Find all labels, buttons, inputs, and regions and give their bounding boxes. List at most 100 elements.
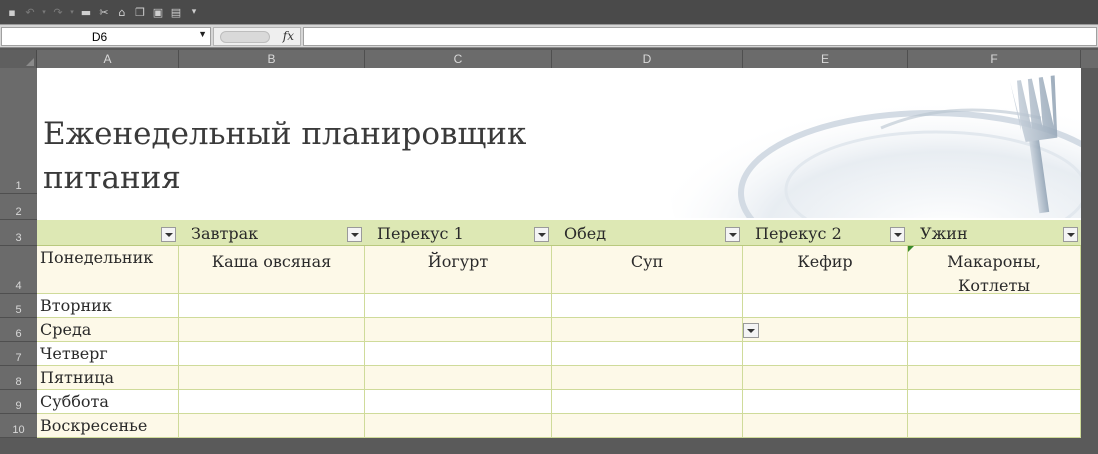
- filter-dropdown-icon[interactable]: [1063, 227, 1078, 242]
- sheet-margin-right: [1081, 68, 1098, 454]
- meal-cell[interactable]: [743, 318, 908, 342]
- undo-dropdown-icon[interactable]: ▾: [40, 4, 48, 20]
- meal-cell[interactable]: [552, 318, 743, 342]
- meal-cell[interactable]: [179, 318, 365, 342]
- column-header-d[interactable]: D: [552, 50, 743, 68]
- table-header-cell[interactable]: [37, 220, 179, 246]
- undo-icon[interactable]: ↶: [22, 4, 38, 20]
- filter-dropdown-icon[interactable]: [534, 227, 549, 242]
- title-line-1: Еженедельный планировщик: [43, 116, 527, 152]
- formula-controls: fx: [213, 27, 301, 46]
- name-box[interactable]: D6 ▼: [1, 27, 211, 46]
- meal-cell[interactable]: Йогурт: [365, 246, 552, 294]
- meal-cell[interactable]: [743, 390, 908, 414]
- meal-cell[interactable]: [552, 342, 743, 366]
- meal-cell[interactable]: [179, 390, 365, 414]
- validation-dropdown-icon[interactable]: [743, 323, 759, 338]
- formula-bar: D6 ▼ fx: [0, 24, 1098, 48]
- row-header-5[interactable]: 5: [0, 294, 37, 318]
- comment-indicator-icon[interactable]: [908, 246, 914, 252]
- quick-access-toolbar: ▪ ↶ ▾ ↷ ▾ ▬ ✂ ⌂ ❐ ▣ ▤ ▾: [0, 0, 1098, 24]
- formula-input[interactable]: [303, 27, 1097, 46]
- day-cell[interactable]: Четверг: [37, 342, 179, 366]
- table-header-cell[interactable]: Обед: [552, 220, 743, 246]
- meal-cell[interactable]: [179, 342, 365, 366]
- select-all-corner[interactable]: [0, 50, 37, 68]
- meal-cell[interactable]: [743, 414, 908, 438]
- table-header-cell[interactable]: Перекус 1: [365, 220, 552, 246]
- column-header-c[interactable]: C: [365, 50, 552, 68]
- day-cell[interactable]: Вторник: [37, 294, 179, 318]
- column-header-e[interactable]: E: [743, 50, 908, 68]
- format-painter-icon[interactable]: ⌂: [114, 4, 130, 20]
- meal-cell[interactable]: [365, 294, 552, 318]
- filter-dropdown-icon[interactable]: [161, 227, 176, 242]
- row-header-8[interactable]: 8: [0, 366, 37, 390]
- row-header-6[interactable]: 6: [0, 318, 37, 342]
- insert-function-icon[interactable]: fx: [283, 29, 294, 43]
- filter-dropdown-icon[interactable]: [347, 227, 362, 242]
- redo-dropdown-icon[interactable]: ▾: [68, 4, 76, 20]
- table-header-cell[interactable]: Ужин: [908, 220, 1081, 246]
- meal-cell[interactable]: [908, 414, 1081, 438]
- meal-cell[interactable]: [365, 414, 552, 438]
- splitter-handle[interactable]: [220, 31, 270, 43]
- meal-cell[interactable]: [552, 414, 743, 438]
- filter-dropdown-icon[interactable]: [725, 227, 740, 242]
- sheet-margin-bottom: [0, 438, 1098, 454]
- column-header-b[interactable]: B: [179, 50, 365, 68]
- column-header-f[interactable]: F: [908, 50, 1081, 68]
- dinner-line-1: Макароны,: [947, 252, 1041, 271]
- meal-cell[interactable]: Макароны, Котлеты: [908, 246, 1081, 295]
- day-cell[interactable]: Суббота: [37, 390, 179, 414]
- meal-cell[interactable]: [908, 342, 1081, 366]
- copy-icon[interactable]: ❐: [132, 4, 148, 20]
- worksheet: Еженедельный планировщик питания Завтрак…: [37, 68, 1081, 438]
- filter-dropdown-icon[interactable]: [890, 227, 905, 242]
- meal-cell[interactable]: [552, 366, 743, 390]
- title-line-2: питания: [43, 160, 181, 196]
- row-header-9[interactable]: 9: [0, 390, 37, 414]
- meal-cell[interactable]: [908, 366, 1081, 390]
- meal-cell[interactable]: [365, 318, 552, 342]
- save-icon[interactable]: ▪: [4, 4, 20, 20]
- row-header-4[interactable]: 4: [0, 246, 37, 294]
- meal-cell[interactable]: [365, 390, 552, 414]
- plate-fork-illustration: [671, 75, 1081, 218]
- meal-cell[interactable]: [179, 294, 365, 318]
- meal-cell[interactable]: [743, 342, 908, 366]
- column-header-a[interactable]: A: [37, 50, 179, 68]
- row-header-10[interactable]: 10: [0, 414, 37, 438]
- cut-icon[interactable]: ✂: [96, 4, 112, 20]
- row-header-3[interactable]: 3: [0, 220, 37, 246]
- meal-cell[interactable]: [908, 318, 1081, 342]
- day-cell[interactable]: Среда: [37, 318, 179, 342]
- meal-cell[interactable]: [908, 294, 1081, 318]
- meal-cell[interactable]: Каша овсяная: [179, 246, 365, 294]
- print-preview-icon[interactable]: ▤: [168, 4, 184, 20]
- row-header-1[interactable]: 1: [0, 68, 37, 194]
- chevron-down-icon[interactable]: ▼: [198, 29, 207, 39]
- row-header-2[interactable]: 2: [0, 194, 37, 220]
- meal-cell[interactable]: [743, 366, 908, 390]
- meal-cell[interactable]: Кефир: [743, 246, 908, 294]
- row-header-7[interactable]: 7: [0, 342, 37, 366]
- paste-icon[interactable]: ▣: [150, 4, 166, 20]
- redo-icon[interactable]: ↷: [50, 4, 66, 20]
- meal-cell[interactable]: [552, 390, 743, 414]
- day-cell[interactable]: Понедельник: [37, 246, 179, 294]
- meal-cell[interactable]: [365, 366, 552, 390]
- customize-icon[interactable]: ▾: [186, 4, 202, 20]
- meal-cell[interactable]: Суп: [552, 246, 743, 294]
- meal-cell[interactable]: [552, 294, 743, 318]
- meal-cell[interactable]: [179, 366, 365, 390]
- meal-cell[interactable]: [908, 390, 1081, 414]
- day-cell[interactable]: Воскресенье: [37, 414, 179, 438]
- table-header-cell[interactable]: Завтрак: [179, 220, 365, 246]
- day-cell[interactable]: Пятница: [37, 366, 179, 390]
- meal-cell[interactable]: [179, 414, 365, 438]
- meal-cell[interactable]: [743, 294, 908, 318]
- form-icon[interactable]: ▬: [78, 4, 94, 20]
- meal-cell[interactable]: [365, 342, 552, 366]
- table-header-cell[interactable]: Перекус 2: [743, 220, 908, 246]
